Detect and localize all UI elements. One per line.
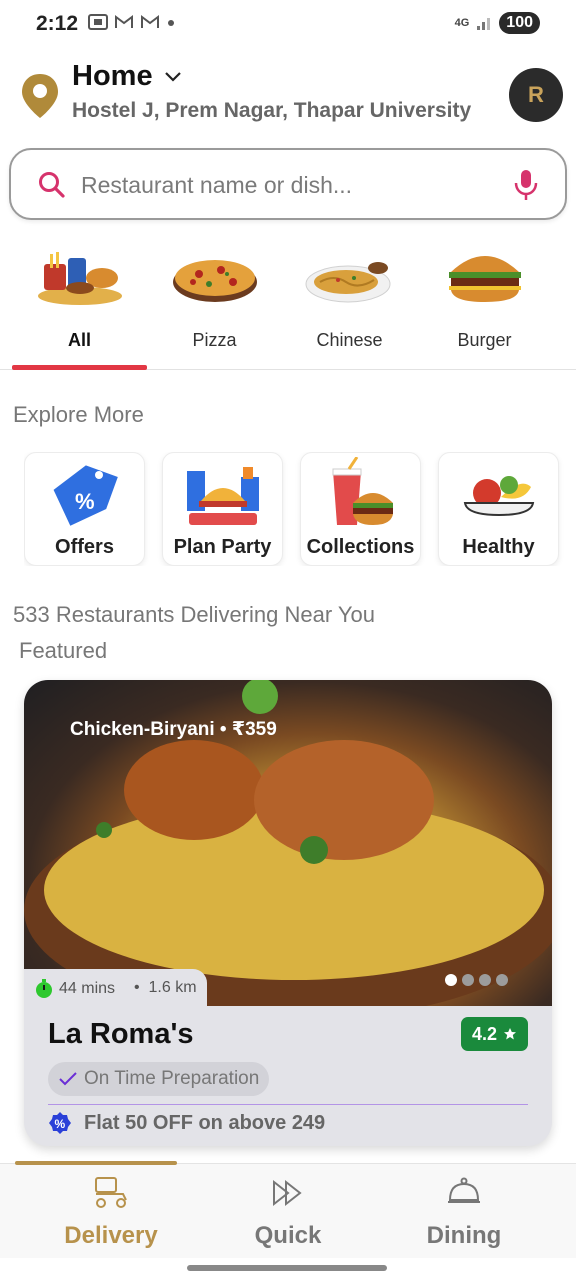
offer-tag-icon: % [53, 465, 118, 526]
explore-plan-party[interactable]: Plan Party [162, 452, 283, 566]
rating-value: 4.2 [471, 1023, 498, 1044]
tab-label: Chinese [316, 330, 383, 350]
tab-pizza[interactable]: Pizza [147, 240, 282, 370]
search-input[interactable] [81, 168, 491, 202]
timer-icon [36, 979, 52, 998]
svg-text:%: % [75, 489, 95, 514]
explore-label: Collections [306, 536, 415, 558]
signal-icon [477, 18, 491, 30]
delivery-distance: • 1.6 km [134, 979, 197, 996]
dish-tag: Chicken-Biryani • ₹359 [70, 719, 277, 740]
category-tabs: All Pizza Chinese Burger [0, 240, 576, 370]
offer-line: % Flat 50 OFF on above 249 [48, 1111, 325, 1135]
noodles-image [305, 262, 391, 303]
restaurant-name: La Roma's [48, 1018, 194, 1050]
explore-collections[interactable]: Collections [300, 452, 421, 566]
tab-chinese[interactable]: Chinese [282, 240, 417, 370]
location-pin-icon[interactable] [20, 72, 60, 120]
dining-cloche-icon [448, 1177, 480, 1203]
tab-burger[interactable]: Burger [417, 240, 552, 370]
notification-icons [88, 14, 176, 30]
offer-text: Flat 50 OFF on above 249 [84, 1111, 326, 1134]
explore-label: Offers [55, 536, 114, 558]
fast-forward-icon [273, 1179, 302, 1207]
delivery-meta: 44 mins • 1.6 km [24, 969, 207, 1009]
nav-delivery[interactable]: Delivery [15, 1164, 207, 1259]
carousel-dot[interactable] [445, 974, 457, 986]
location-address[interactable]: Hostel J, Prem Nagar, Thapar University [72, 99, 471, 123]
burger-image [449, 256, 521, 302]
on-time-text: On Time Preparation [84, 1068, 260, 1089]
fruit-bowl-icon [463, 476, 535, 517]
star-icon [504, 1028, 517, 1040]
bottom-nav: Delivery Quick Dining [0, 1161, 576, 1259]
explore-label: Plan Party [173, 536, 272, 558]
location-title[interactable]: Home [72, 60, 183, 93]
dish-image: Chicken-Biryani • ₹359 [24, 680, 552, 1020]
tab-all[interactable]: All [12, 240, 147, 370]
status-right: 4G 100 [455, 12, 540, 34]
distance-text: 1.6 km [148, 979, 197, 996]
pizza-image [173, 260, 257, 302]
avatar[interactable]: R [509, 68, 563, 122]
explore-healthy[interactable]: Healthy [438, 452, 559, 566]
mixed-food-image [38, 252, 122, 305]
network-type: 4G [454, 17, 470, 29]
home-gesture-bar[interactable] [187, 1265, 387, 1271]
search-bar[interactable] [9, 148, 567, 220]
featured-label: Featured [19, 638, 108, 663]
chevron-down-icon [164, 71, 181, 82]
carousel-dot[interactable] [479, 974, 491, 986]
carousel-dots [445, 974, 508, 986]
screenshot-icon [88, 14, 108, 30]
discount-icon: % [49, 1112, 71, 1134]
featured-restaurant-card[interactable]: Chicken-Biryani • ₹359 44 mins • 1.6 km … [24, 680, 552, 1146]
explore-row: % Offers Plan Party Collections Healthy [24, 452, 576, 566]
carousel-dot[interactable] [496, 974, 508, 986]
rating-badge: 4.2 [461, 1017, 528, 1051]
explore-label: Healthy [462, 536, 535, 558]
microphone-icon[interactable] [513, 168, 539, 202]
delivery-time: 44 mins [34, 979, 115, 999]
search-icon [39, 172, 65, 198]
gmail-icon [115, 15, 133, 28]
explore-offers[interactable]: % Offers [24, 452, 145, 566]
nav-label: Quick [254, 1222, 322, 1249]
burger-drink-icon [332, 457, 393, 525]
nav-label: Dining [426, 1222, 502, 1249]
tab-label: Pizza [192, 330, 237, 350]
gmail-icon [141, 15, 159, 28]
checkmark-icon [59, 1072, 77, 1086]
party-food-icon [187, 467, 259, 525]
status-bar: 2:12 4G 100 [0, 0, 576, 50]
tab-label: Burger [457, 330, 512, 350]
delivery-scooter-icon [95, 1177, 127, 1208]
dot-icon [168, 20, 174, 26]
nav-label: Delivery [64, 1222, 158, 1249]
svg-text:%: % [55, 1117, 66, 1131]
delivery-time-text: 44 mins [59, 980, 116, 997]
restaurant-count: 533 Restaurants Delivering Near You [13, 602, 376, 627]
card-divider [48, 1104, 528, 1105]
active-tab-indicator [12, 365, 147, 370]
tab-label: All [67, 330, 91, 350]
status-time: 2:12 [36, 12, 79, 35]
explore-title: Explore More [13, 402, 144, 427]
on-time-badge: On Time Preparation [48, 1062, 270, 1096]
nav-dining[interactable]: Dining [368, 1164, 560, 1259]
nav-quick[interactable]: Quick [192, 1164, 384, 1259]
location-title-text: Home [72, 60, 153, 92]
battery-level: 100 [499, 12, 540, 34]
carousel-dot[interactable] [462, 974, 474, 986]
